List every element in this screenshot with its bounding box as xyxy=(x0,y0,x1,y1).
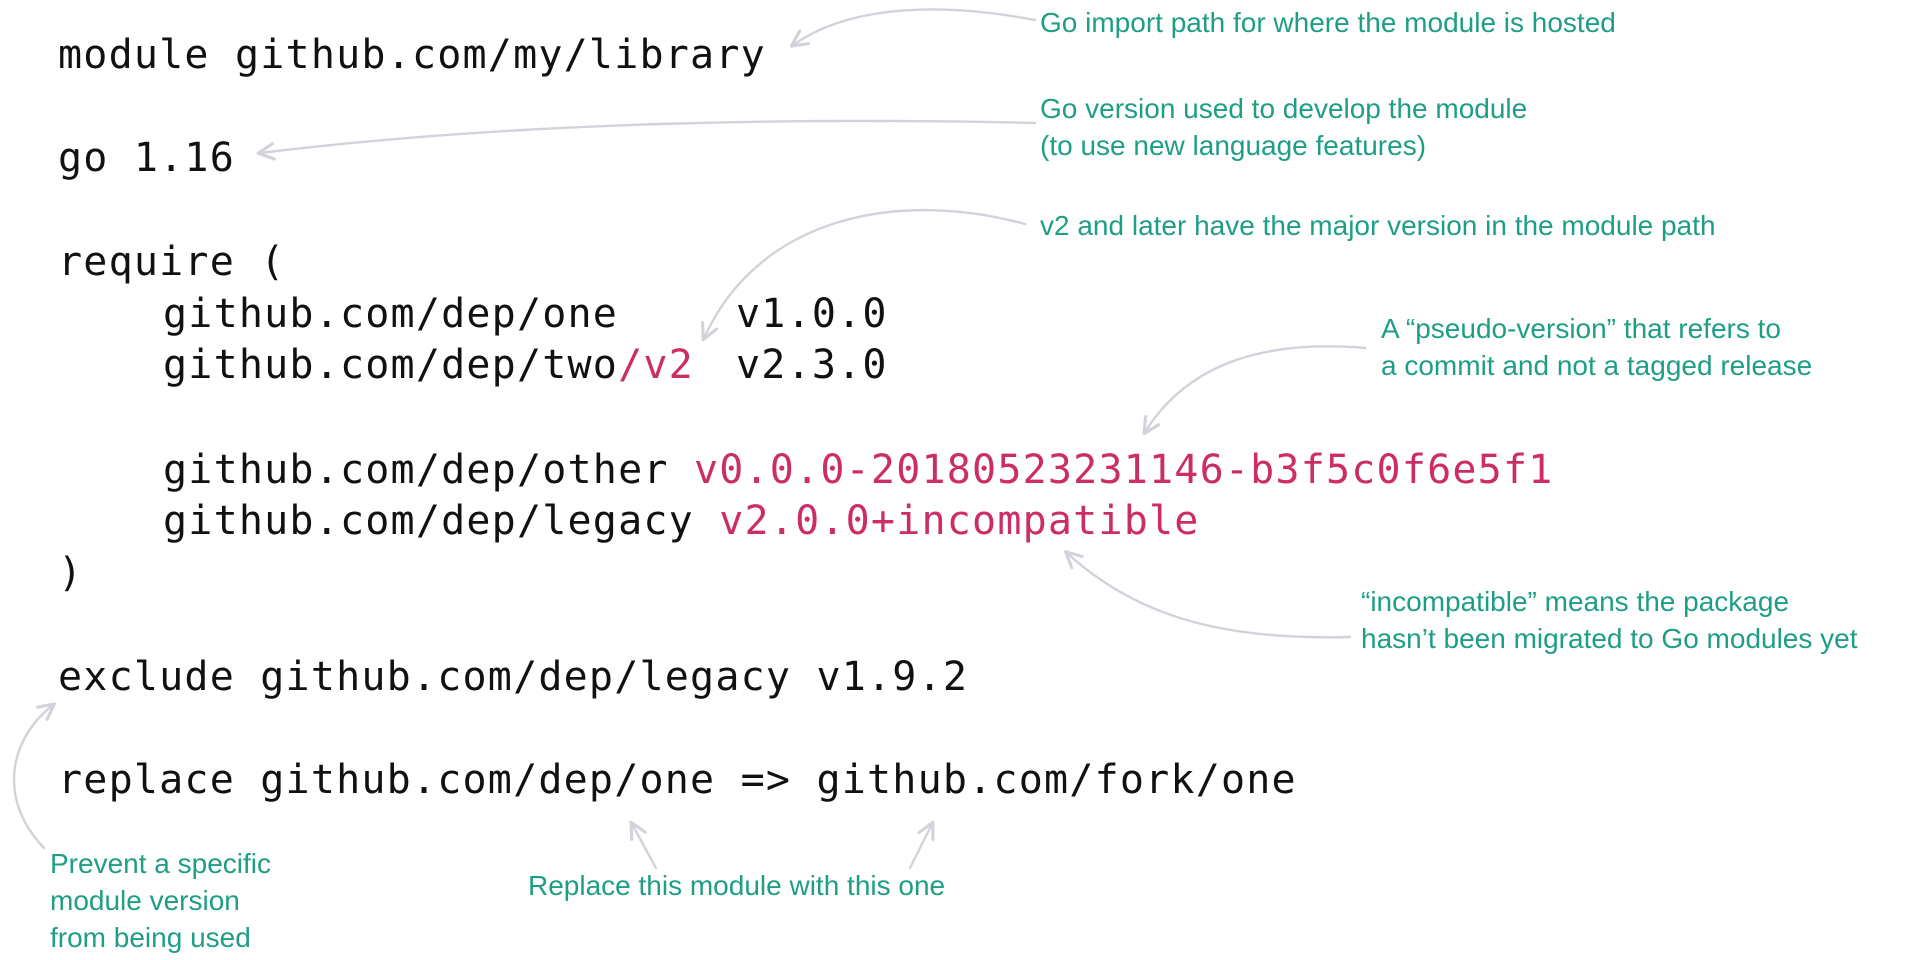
go-mod-diagram: module github.com/my/library go 1.16 req… xyxy=(0,0,1914,960)
annotation-module-path: Go import path for where the module is h… xyxy=(1040,7,1616,38)
annotation-exclude: Prevent a specific module version from b… xyxy=(50,848,271,953)
code-line-dep-one: github.com/dep/one xyxy=(163,290,618,338)
annotation-pseudo-version: A “pseudo-version” that refers to a comm… xyxy=(1381,313,1813,381)
arrow-exclude xyxy=(12,702,57,850)
dep-legacy-incompatible-version: v2.0.0+incompatible xyxy=(719,498,1200,544)
dep-two-path: github.com/dep/two xyxy=(163,342,619,388)
code-line-module: module github.com/my/library xyxy=(58,32,766,78)
dep-one-path: github.com/dep/one xyxy=(163,291,619,337)
arrow-pseudo-version xyxy=(1142,345,1367,436)
dep-one-version: v1.0.0 xyxy=(736,291,888,337)
code-line-dep-legacy: github.com/dep/legacy v2.0.0+incompatibl… xyxy=(163,497,1200,545)
annotation-replace: Replace this module with this one xyxy=(528,870,946,901)
arrow-replace-original xyxy=(629,820,658,870)
annotation-go-version: Go version used to develop the module (t… xyxy=(1040,93,1528,161)
code-line-go-version: go 1.16 xyxy=(58,135,235,181)
code-line-replace: replace github.com/dep/one => github.com… xyxy=(58,757,1297,803)
code-line-require-open: require ( xyxy=(58,239,286,285)
code-line-require-close: ) xyxy=(58,550,84,596)
arrow-replace-fork xyxy=(908,820,935,870)
arrow-module-path xyxy=(789,8,1037,48)
code-line-dep-other: github.com/dep/other v0.0.0-201805232311… xyxy=(163,446,1554,494)
annotation-incompatible: “incompatible” means the package hasn’t … xyxy=(1361,586,1858,654)
dep-legacy-path: github.com/dep/legacy xyxy=(163,498,694,544)
dep-two-major-suffix: /v2 xyxy=(618,342,694,388)
code-line-exclude: exclude github.com/dep/legacy v1.9.2 xyxy=(58,654,969,700)
code-line-dep-two: github.com/dep/two/v2 xyxy=(163,341,694,389)
arrow-incompatible xyxy=(1064,550,1352,639)
dep-two-version: v2.3.0 xyxy=(736,342,888,388)
dep-other-pseudo-version: v0.0.0-20180523231146-b3f5c0f6e5f1 xyxy=(693,447,1554,493)
dep-other-path: github.com/dep/other xyxy=(163,447,669,493)
annotation-major-version: v2 and later have the major version in t… xyxy=(1040,210,1716,241)
arrow-go-version xyxy=(256,119,1037,161)
